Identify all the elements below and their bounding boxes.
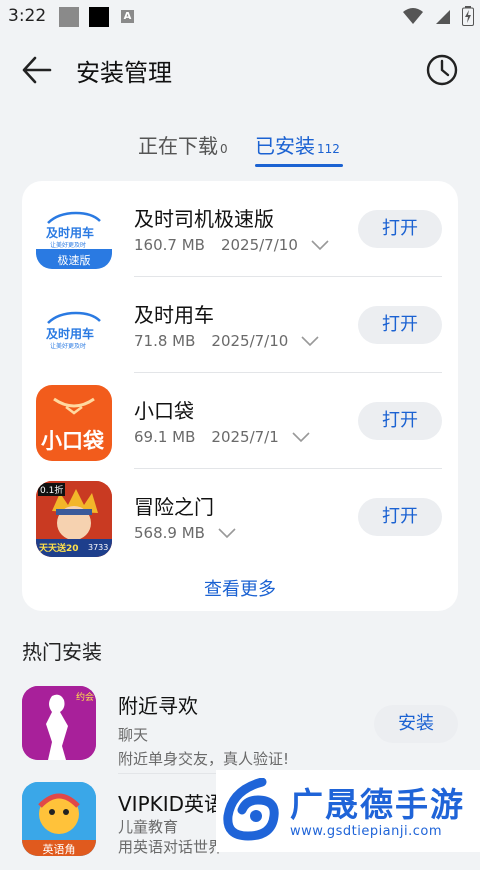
app-icon-subtext: 让美好更及时 xyxy=(50,343,87,350)
install-button[interactable]: 安装 xyxy=(374,705,458,743)
watermark-logo-icon xyxy=(223,778,279,841)
history-button[interactable] xyxy=(424,52,460,88)
chevron-down-icon[interactable] xyxy=(291,431,311,443)
clock-icon xyxy=(426,54,458,86)
battery-icon xyxy=(462,6,474,26)
section-title: 热门安装 xyxy=(22,640,102,664)
wifi-icon xyxy=(403,8,423,24)
app-icon-text: 及时用车 xyxy=(46,226,95,240)
app-icon-subtext: 让美好更及时 xyxy=(50,242,87,249)
app-name: 及时用车 xyxy=(134,303,214,327)
tab-downloading[interactable]: 正在下载 0 xyxy=(138,130,228,159)
tab-bar: 正在下载 0 已安装 112 xyxy=(0,128,480,172)
app-icon: 英语角 xyxy=(22,782,96,856)
title-bar: 安装管理 xyxy=(0,40,480,100)
app-size: 69.1 MB xyxy=(134,428,196,446)
app-description: 用英语对话世界 xyxy=(118,838,224,856)
app-size: 568.9 MB xyxy=(134,524,205,542)
tab-installed[interactable]: 已安装 112 xyxy=(255,130,340,159)
watermark: 广晟德手游 www.gsdtiepianji.com xyxy=(216,770,480,852)
list-item[interactable]: 0.1折 天天送20 3733 冒险之门 568.9 MB 打开 xyxy=(22,469,458,565)
installed-apps-card: 及时用车 让美好更及时 极速版 及时司机极速版 160.7 MB 2025/7/… xyxy=(22,181,458,611)
view-more-link[interactable]: 查看更多 xyxy=(22,575,458,601)
list-item[interactable]: 约会 附近寻欢 聊天 附近单身交友，真人验证! 安装 xyxy=(0,678,480,774)
app-icon: 及时用车 让美好更及时 极速版 xyxy=(36,193,112,269)
app-icon-badge: 0.1折 xyxy=(38,483,66,496)
list-item[interactable]: 及时用车 让美好更及时 及时用车 71.8 MB 2025/7/10 打开 xyxy=(22,277,458,373)
app-name: 小口袋 xyxy=(134,399,194,423)
app-icon-bottom-number: 3733 xyxy=(88,543,109,552)
app-category: 聊天 xyxy=(118,726,149,744)
tab-count: 112 xyxy=(317,142,340,156)
app-name: 及时司机极速版 xyxy=(134,207,274,231)
app-icon-text: 及时用车 xyxy=(46,327,95,341)
open-button[interactable]: 打开 xyxy=(358,402,442,440)
app-meta: 71.8 MB 2025/7/10 xyxy=(134,332,320,350)
page-title: 安装管理 xyxy=(76,59,172,87)
app-icon: 及时用车 让美好更及时 xyxy=(36,289,112,365)
app-date: 2025/7/10 xyxy=(211,332,289,350)
open-button[interactable]: 打开 xyxy=(358,306,442,344)
notification-icon xyxy=(89,7,109,27)
status-bar: 3:22 A xyxy=(0,0,480,34)
list-item[interactable]: 及时用车 让美好更及时 极速版 及时司机极速版 160.7 MB 2025/7/… xyxy=(22,181,458,277)
tab-label: 已安装 xyxy=(255,134,315,158)
chevron-down-icon[interactable] xyxy=(217,527,237,539)
app-icon-badge: 极速版 xyxy=(57,254,91,267)
app-meta: 69.1 MB 2025/7/1 xyxy=(134,428,311,446)
app-meta: 568.9 MB xyxy=(134,524,237,542)
signal-icon xyxy=(436,10,450,24)
app-name: 附近寻欢 xyxy=(118,694,198,718)
app-date: 2025/7/1 xyxy=(211,428,279,446)
open-button[interactable]: 打开 xyxy=(358,210,442,248)
notification-icon xyxy=(59,7,79,27)
watermark-title: 广晟德手游 xyxy=(290,785,465,824)
chevron-down-icon[interactable] xyxy=(310,239,330,251)
app-icon: 小口袋 xyxy=(36,385,112,461)
app-icon: 0.1折 天天送20 3733 xyxy=(36,481,112,557)
status-time: 3:22 xyxy=(8,6,47,26)
app-date: 2025/7/10 xyxy=(220,236,298,254)
open-button[interactable]: 打开 xyxy=(358,498,442,536)
watermark-url: www.gsdtiepianji.com xyxy=(290,824,443,839)
app-icon: 约会 xyxy=(22,686,96,760)
app-icon-text: 小口袋 xyxy=(41,429,104,453)
app-meta: 160.7 MB 2025/7/10 xyxy=(134,236,330,254)
app-size: 160.7 MB xyxy=(134,236,205,254)
tab-count: 0 xyxy=(220,142,228,156)
app-description: 附近单身交友，真人验证! xyxy=(118,750,290,768)
app-size: 71.8 MB xyxy=(134,332,196,350)
app-icon-badge: 约会 xyxy=(75,693,94,703)
app-icon-bottom-text: 英语角 xyxy=(42,843,76,856)
chevron-down-icon[interactable] xyxy=(300,335,320,347)
active-tab-indicator xyxy=(255,164,343,167)
back-button[interactable] xyxy=(18,52,58,88)
tab-label: 正在下载 xyxy=(138,134,218,158)
back-arrow-icon xyxy=(22,56,52,84)
app-name: VIPKID英语 xyxy=(118,792,225,816)
list-item[interactable]: 小口袋 小口袋 69.1 MB 2025/7/1 打开 xyxy=(22,373,458,469)
app-name: 冒险之门 xyxy=(134,495,214,519)
app-category: 儿童教育 xyxy=(118,818,179,836)
app-icon-bottom-text: 天天送20 xyxy=(39,544,79,554)
notification-a-icon: A xyxy=(121,10,134,23)
